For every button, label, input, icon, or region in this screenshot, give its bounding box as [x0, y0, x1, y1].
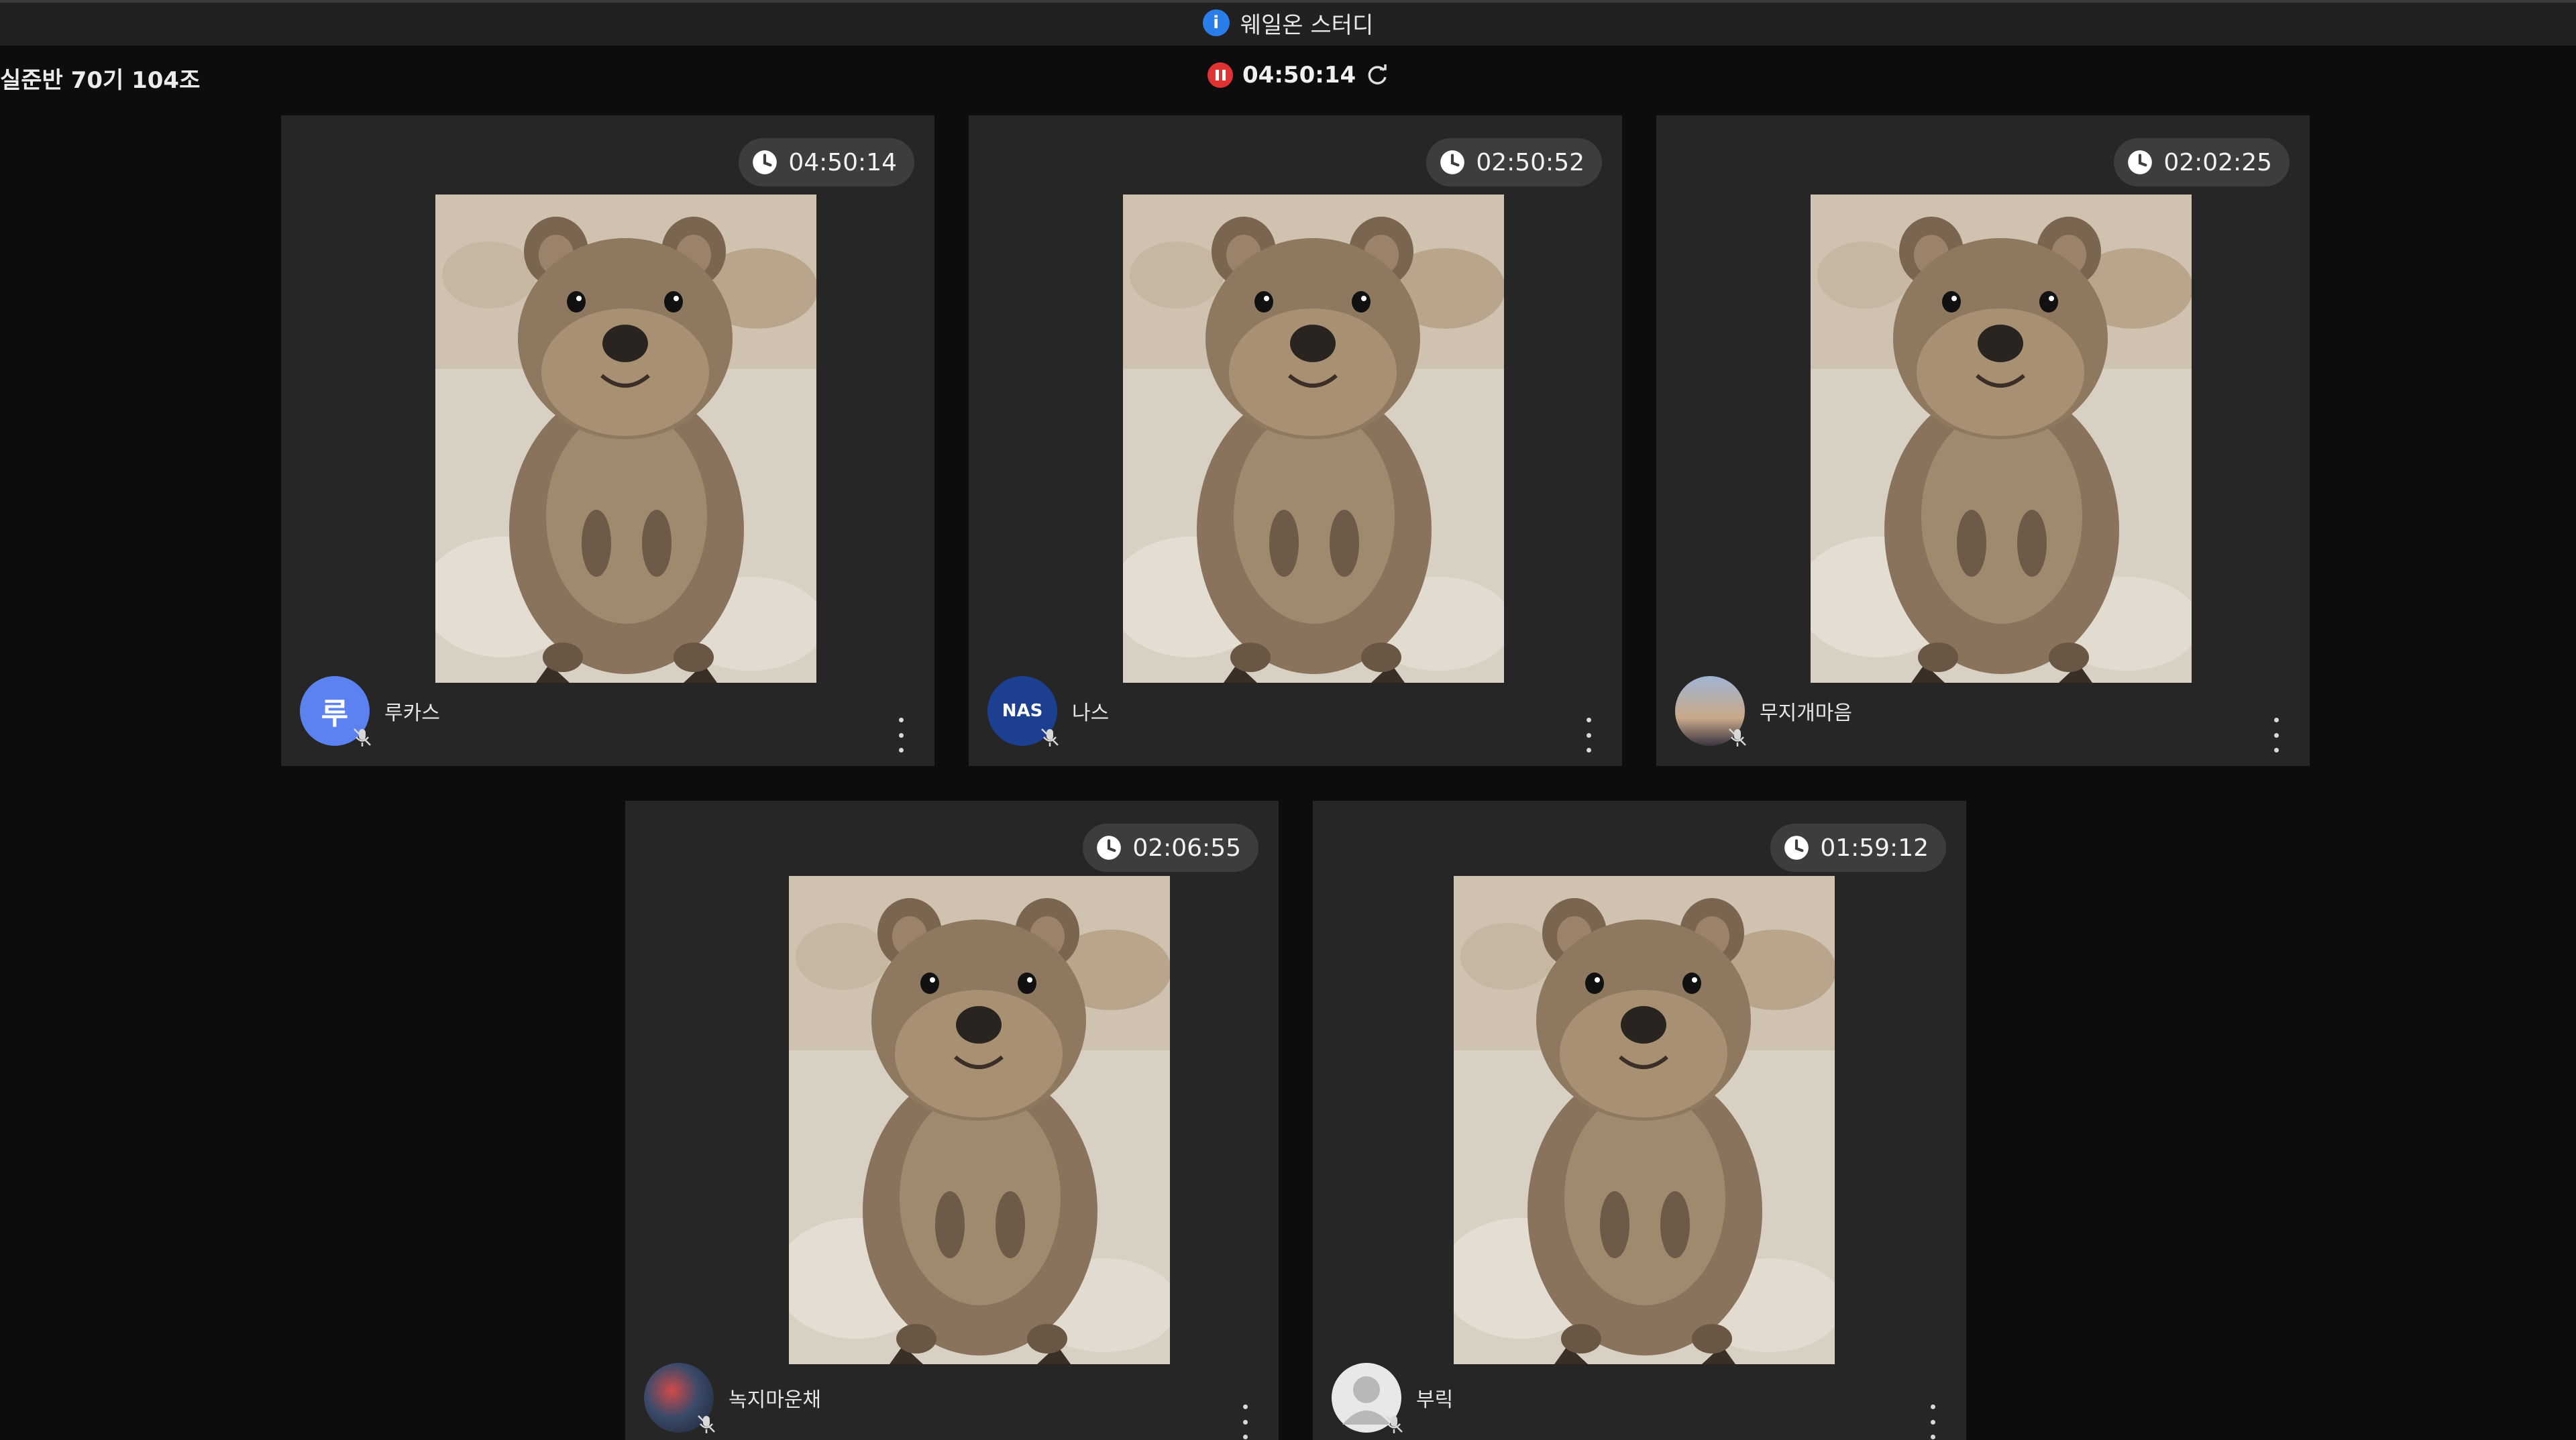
more-options-icon[interactable] — [894, 718, 908, 753]
session-elapsed: 04:50:14 — [1242, 62, 1356, 89]
clock-icon — [1438, 148, 1466, 176]
title-bar: i 웨일온 스터디 — [0, 0, 2576, 46]
more-options-icon[interactable] — [1238, 1404, 1252, 1439]
record-pause-icon[interactable] — [1208, 62, 1233, 88]
study-timer-badge: 02:50:52 — [1426, 138, 1602, 186]
session-timer: 04:50:14 — [1208, 62, 1391, 89]
camera-feed — [435, 195, 816, 683]
study-timer: 02:06:55 — [1132, 834, 1241, 862]
participant-name: 루카스 — [384, 702, 440, 725]
mic-off-icon — [695, 1413, 718, 1435]
refresh-icon[interactable] — [1365, 62, 1391, 88]
participant-name: 부릭 — [1416, 1388, 1454, 1412]
info-icon[interactable]: i — [1202, 9, 1230, 36]
participant-name: 무지개마음 — [1760, 702, 1852, 725]
study-timer: 02:50:52 — [1476, 148, 1585, 176]
mic-off-icon — [1383, 1413, 1405, 1435]
avatar[interactable] — [1675, 676, 1745, 746]
clock-icon — [751, 148, 779, 176]
participant-name: 녹지마운채 — [729, 1388, 821, 1412]
mic-off-icon — [1726, 726, 1749, 749]
clock-icon — [1782, 834, 1811, 862]
camera-feed — [789, 876, 1170, 1364]
participant-card[interactable]: 02:02:25 무지개마음 — [1656, 115, 2310, 766]
study-timer: 01:59:12 — [1820, 834, 1929, 862]
more-options-icon[interactable] — [2269, 718, 2283, 753]
avatar[interactable] — [644, 1363, 714, 1433]
participant-name: 나스 — [1072, 702, 1110, 725]
avatar-text: NAS — [1002, 701, 1043, 721]
group-label: 실준반 70기 104조 — [0, 67, 201, 94]
study-timer-badge: 02:02:25 — [2114, 138, 2290, 186]
camera-feed — [1811, 195, 2192, 683]
camera-feed — [1123, 195, 1504, 683]
participant-card[interactable]: 04:50:14 루 루카스 — [281, 115, 934, 766]
app-title: i 웨일온 스터디 — [0, 5, 2576, 40]
app-title-text: 웨일온 스터디 — [1240, 11, 1374, 39]
study-timer: 02:02:25 — [2163, 148, 2272, 176]
study-timer: 04:50:14 — [788, 148, 897, 176]
participant-card[interactable]: 02:50:52 NAS 나스 — [969, 115, 1622, 766]
avatar[interactable]: 루 — [300, 676, 370, 746]
participant-card[interactable]: 02:06:55 녹지마운채 — [625, 801, 1279, 1440]
avatar[interactable]: NAS — [987, 676, 1057, 746]
study-timer-badge: 04:50:14 — [739, 138, 914, 186]
more-options-icon[interactable] — [1926, 1404, 1939, 1439]
more-options-icon[interactable] — [1582, 718, 1595, 753]
participant-card[interactable]: 01:59:12 부릭 — [1313, 801, 1966, 1440]
mic-off-icon — [1038, 726, 1061, 749]
avatar-initial: 루 — [321, 697, 349, 731]
study-timer-badge: 01:59:12 — [1770, 824, 1946, 872]
camera-feed — [1454, 876, 1835, 1364]
mic-off-icon — [351, 726, 374, 749]
clock-icon — [1095, 834, 1123, 862]
study-timer-badge: 02:06:55 — [1083, 824, 1258, 872]
clock-icon — [2126, 148, 2154, 176]
avatar[interactable] — [1332, 1363, 1401, 1433]
